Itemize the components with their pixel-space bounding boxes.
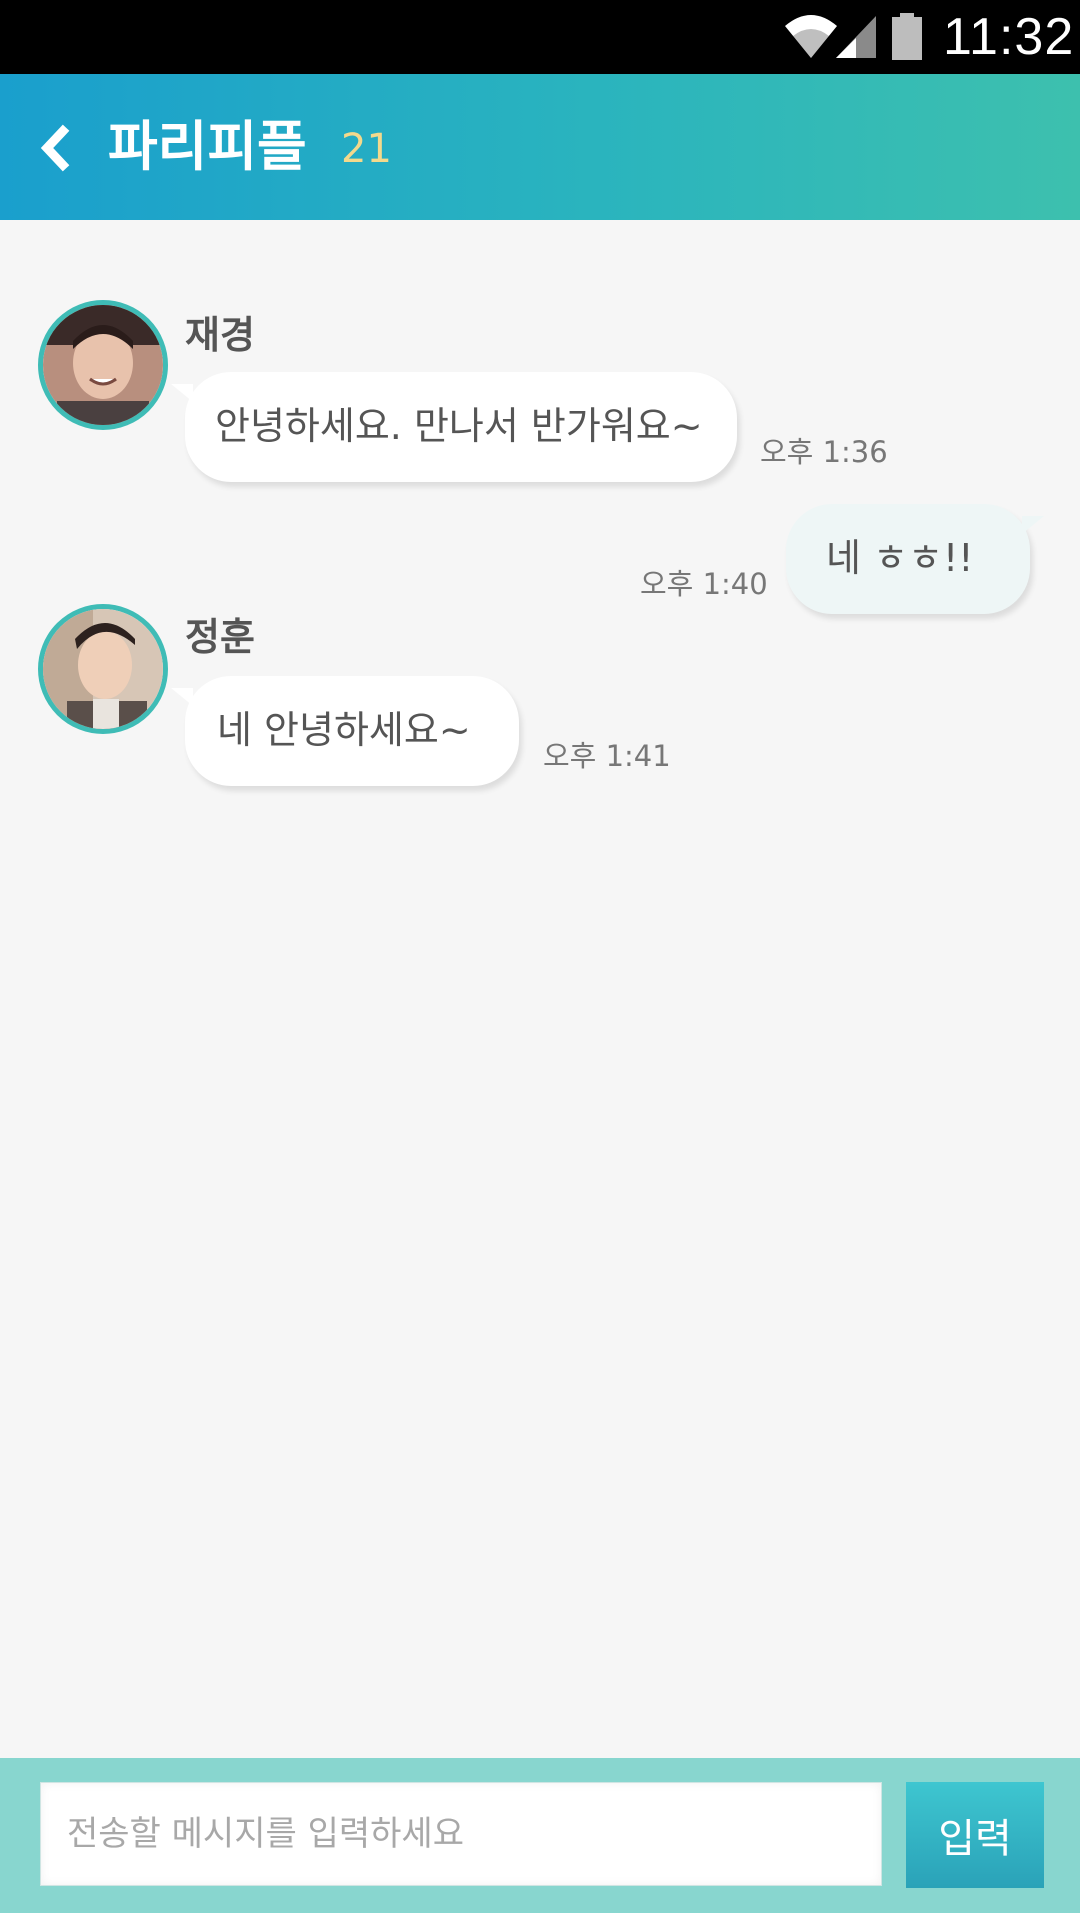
message-input[interactable]: [40, 1782, 882, 1886]
avatar[interactable]: [38, 300, 168, 430]
status-clock: 11:32: [943, 8, 1075, 66]
message-composer: 입력: [0, 1758, 1080, 1913]
chat-room-title: 파리피플: [108, 115, 307, 178]
message-time: 오후 1:41: [543, 739, 671, 773]
wifi-icon: [783, 12, 839, 64]
cellular-signal-icon: [834, 12, 878, 64]
battery-icon: [890, 12, 924, 66]
send-button[interactable]: 입력: [906, 1782, 1044, 1888]
back-button[interactable]: [30, 112, 100, 182]
message-bubble[interactable]: 네 ㅎㅎ!!: [786, 504, 1044, 614]
profile-photo: [43, 305, 163, 425]
message-list[interactable]: 재경 안녕하세요. 만나서 반가워요~ 오후 1:36 오후 1:40 네 ㅎㅎ…: [0, 220, 1080, 1758]
message-text: 네 ㅎㅎ!!: [826, 536, 974, 580]
message-bubble[interactable]: 안녕하세요. 만나서 반가워요~: [171, 372, 737, 482]
message-bubble[interactable]: 네 안녕하세요~: [171, 676, 519, 786]
sender-name: 정훈: [185, 615, 255, 659]
message-time: 오후 1:40: [640, 567, 768, 601]
chat-header: 파리피플 21: [0, 74, 1080, 220]
avatar[interactable]: [38, 604, 168, 734]
message-text: 안녕하세요. 만나서 반가워요~: [215, 404, 703, 448]
profile-photo: [43, 609, 163, 729]
chevron-left-icon: [40, 124, 70, 172]
member-count: 21: [341, 126, 392, 172]
status-bar: 11:32: [0, 0, 1080, 74]
message-text: 네 안녕하세요~: [217, 708, 471, 752]
message-time: 오후 1:36: [760, 435, 888, 469]
sender-name: 재경: [185, 313, 255, 357]
